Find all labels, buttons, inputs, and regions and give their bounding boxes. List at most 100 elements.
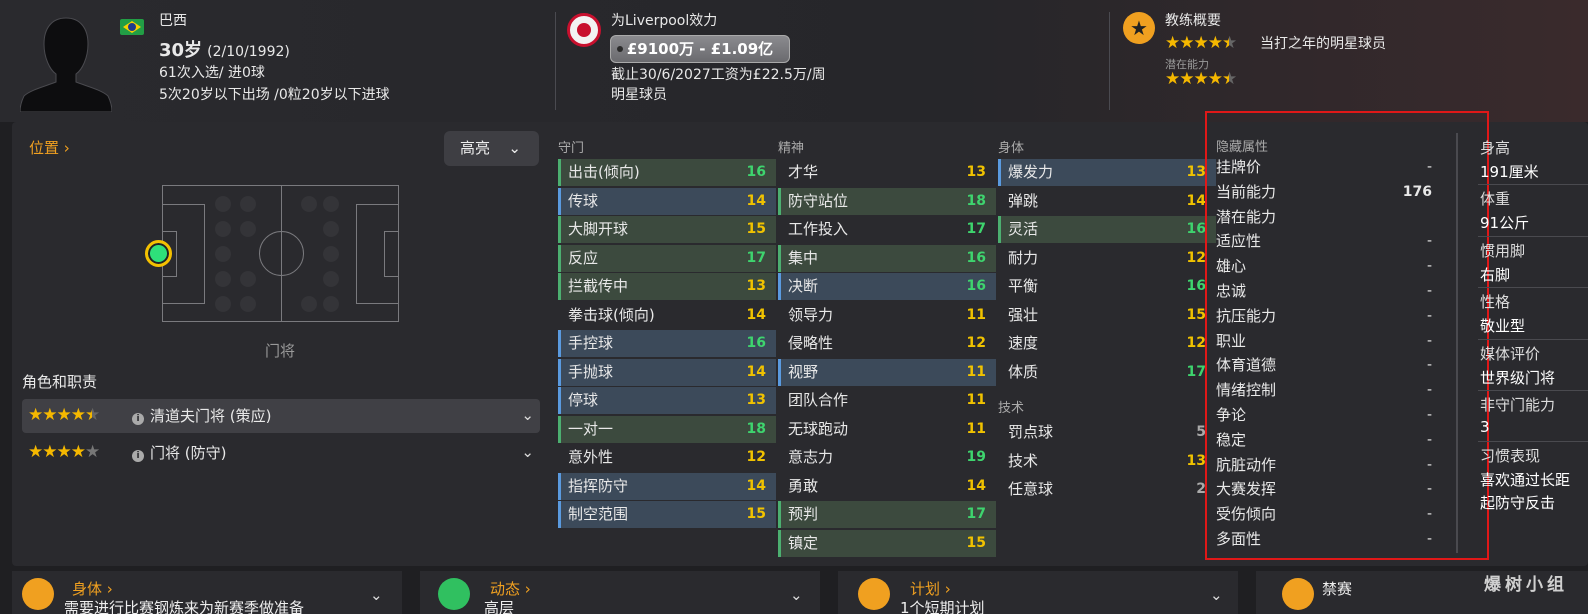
attribute-row[interactable]: 出击(倾向) 16 <box>558 159 776 186</box>
attribute-row[interactable]: 平衡 16 <box>998 273 1216 300</box>
attribute-row[interactable]: 集中 16 <box>778 244 996 272</box>
goalkeeping-title: 守门 <box>558 141 585 156</box>
attribute-name: 工作投入 <box>788 220 849 238</box>
attribute-row[interactable]: 弹跳 14 <box>998 188 1216 215</box>
hidden-attribute-name: 体育道德 <box>1216 356 1277 375</box>
header-divider <box>1109 12 1110 110</box>
attribute-row[interactable]: 强壮 15 <box>998 302 1216 329</box>
hidden-attribute-row: 当前能力 176 <box>1216 180 1432 204</box>
hidden-attribute-name: 抗压能力 <box>1216 306 1277 325</box>
attribute-row[interactable]: 罚点球 5 <box>998 419 1216 446</box>
physical-title: 身体 <box>998 141 1025 156</box>
attribute-row[interactable]: 停球 13 <box>558 387 776 414</box>
attribute-row[interactable]: 速度 12 <box>998 330 1216 357</box>
plan-label[interactable]: 计划 › <box>910 578 951 599</box>
chevron-down-icon[interactable]: ⌄ <box>1210 586 1223 604</box>
current-ability-stars: ★★★★★ <box>1165 33 1237 53</box>
technical-title: 技术 <box>998 401 1025 416</box>
attribute-row[interactable]: 决断 16 <box>778 273 996 300</box>
position-link[interactable]: 位置 › <box>29 137 70 158</box>
attribute-row[interactable]: 勇敢 14 <box>778 473 996 500</box>
liverpool-badge-icon[interactable] <box>567 13 601 47</box>
dynamics-card[interactable] <box>420 571 820 614</box>
attribute-name: 视野 <box>788 362 819 381</box>
highlight-dropdown[interactable]: 高亮 ⌄ <box>444 131 539 166</box>
weight-value: 91公斤 <box>1480 214 1530 232</box>
brazil-flag-icon <box>120 19 144 35</box>
attribute-value: 11 <box>966 392 986 408</box>
attribute-name: 强壮 <box>1008 305 1039 324</box>
ban-card-icon <box>1282 578 1314 610</box>
attribute-row[interactable]: 一对一 18 <box>558 415 776 443</box>
attribute-row[interactable]: 预判 17 <box>778 501 996 528</box>
attribute-row[interactable]: 体质 17 <box>998 359 1216 386</box>
chevron-right-icon: › <box>63 139 70 157</box>
weight-label: 体重 <box>1480 190 1511 208</box>
hidden-attribute-value: - <box>1426 456 1432 473</box>
hidden-attribute-row: 多面性 - <box>1216 527 1432 551</box>
attribute-name: 大脚开球 <box>568 220 629 238</box>
attribute-row[interactable]: 无球跑动 11 <box>778 416 996 443</box>
attribute-value: 13 <box>746 392 766 408</box>
attribute-name: 决断 <box>788 277 819 295</box>
attribute-row[interactable]: 防守站位 18 <box>778 187 996 215</box>
club-line[interactable]: 为Liverpool效力 <box>611 12 717 30</box>
chevron-down-icon[interactable]: ⌄ <box>521 406 534 424</box>
chevron-down-icon[interactable]: ⌄ <box>790 586 803 604</box>
info-icon: i <box>132 445 144 464</box>
header-divider <box>555 12 556 110</box>
attribute-value: 14 <box>746 192 766 209</box>
player-silhouette-icon <box>20 17 112 112</box>
attribute-row[interactable]: 耐力 12 <box>998 245 1216 272</box>
attribute-row[interactable]: 团队合作 11 <box>778 387 996 414</box>
coach-summary-title[interactable]: 教练概要 <box>1165 12 1221 30</box>
attribute-row[interactable]: 反应 17 <box>558 244 776 272</box>
attribute-row[interactable]: 手控球 16 <box>558 330 776 357</box>
habit-value: 起防守反击 <box>1480 494 1556 512</box>
attribute-row[interactable]: 意志力 19 <box>778 444 996 471</box>
hidden-attribute-name: 受伤倾向 <box>1216 505 1277 524</box>
attribute-row[interactable]: 指挥防守 14 <box>558 472 776 500</box>
attribute-name: 才华 <box>788 163 819 181</box>
attribute-row[interactable]: 制空范围 15 <box>558 501 776 528</box>
personality-label: 性格 <box>1480 293 1511 311</box>
attribute-row[interactable]: 拦截传中 13 <box>558 273 776 300</box>
attribute-row[interactable]: 灵活 16 <box>998 216 1216 243</box>
attribute-name: 团队合作 <box>788 391 849 409</box>
role-row[interactable]: ★★★★★ i 门将 (防守) ⌄ <box>22 436 540 470</box>
hidden-attribute-row: 稳定 - <box>1216 428 1432 452</box>
attribute-name: 爆发力 <box>1008 163 1054 181</box>
attribute-row[interactable]: 技术 13 <box>998 448 1216 475</box>
attribute-name: 弹跳 <box>1008 191 1039 210</box>
attribute-row[interactable]: 镇定 15 <box>778 529 996 557</box>
transfer-value-pill[interactable]: £9100万 - £1.09亿 <box>610 35 790 63</box>
fitness-label[interactable]: 身体 › <box>72 578 113 599</box>
attribute-name: 拳击球(倾向) <box>568 305 655 324</box>
attribute-row[interactable]: 视野 11 <box>778 358 996 386</box>
attribute-row[interactable]: 大脚开球 15 <box>558 216 776 243</box>
chevron-down-icon[interactable]: ⌄ <box>370 586 383 604</box>
attribute-row[interactable]: 传球 14 <box>558 187 776 215</box>
goalkeeper-position-marker[interactable] <box>145 240 172 267</box>
attribute-value: 15 <box>746 221 766 237</box>
attribute-value: 17 <box>966 221 986 237</box>
attribute-row[interactable]: 任意球 2 <box>998 476 1216 503</box>
attribute-row[interactable]: 爆发力 13 <box>998 159 1216 186</box>
chevron-down-icon[interactable]: ⌄ <box>521 443 534 461</box>
attribute-name: 镇定 <box>788 533 819 552</box>
attribute-value: 16 <box>746 164 766 180</box>
attribute-row[interactable]: 侵略性 12 <box>778 330 996 357</box>
attribute-value: 12 <box>746 449 766 465</box>
attribute-row[interactable]: 手抛球 14 <box>558 358 776 386</box>
plan-card[interactable] <box>838 571 1238 614</box>
role-stars: ★★★★★ <box>28 405 100 425</box>
dynamics-label[interactable]: 动态 › <box>490 578 531 599</box>
attribute-row[interactable]: 拳击球(倾向) 14 <box>558 302 776 329</box>
attribute-row[interactable]: 意外性 12 <box>558 444 776 471</box>
role-row[interactable]: ★★★★★ i 清道夫门将 (策应) ⌄ <box>22 399 540 433</box>
u20-text: 5次20岁以下出场 /0粒20岁以下进球 <box>159 87 390 103</box>
attribute-row[interactable]: 才华 13 <box>778 159 996 186</box>
attribute-row[interactable]: 工作投入 17 <box>778 216 996 243</box>
attribute-row[interactable]: 领导力 11 <box>778 302 996 329</box>
attribute-value: 16 <box>966 278 986 294</box>
